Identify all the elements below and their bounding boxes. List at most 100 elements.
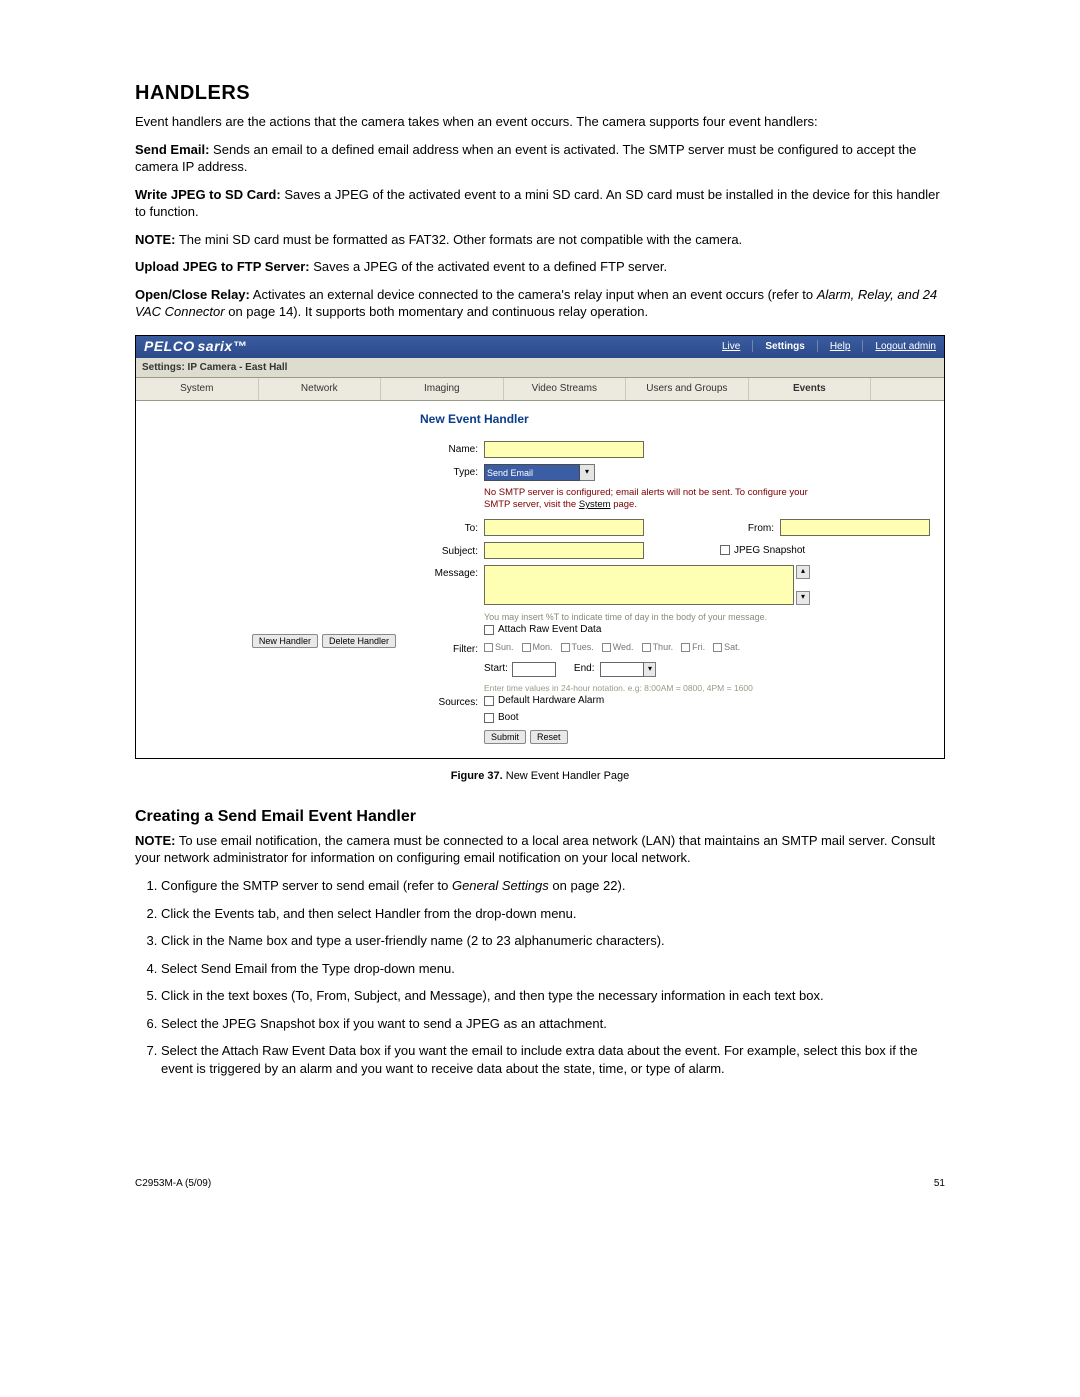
topbar-links: Live Settings Help Logout admin <box>722 340 936 354</box>
to-label: To: <box>420 520 478 536</box>
message-hint: You may insert %T to indicate time of da… <box>484 611 930 623</box>
relay-text1: Activates an external device connected t… <box>253 287 817 302</box>
source-boot-checkbox[interactable] <box>484 713 494 723</box>
day-sat[interactable]: Sat. <box>713 641 740 653</box>
logout-link[interactable]: Logout admin <box>875 340 936 354</box>
tab-video-streams[interactable]: Video Streams <box>504 378 627 400</box>
day-fri[interactable]: Fri. <box>681 641 705 653</box>
footer-right: 51 <box>934 1177 945 1191</box>
send-email-label: Send Email: <box>135 142 209 157</box>
warn-t2: page. <box>613 499 637 510</box>
step-7: Select the Attach Raw Event Data box if … <box>161 1042 945 1077</box>
to-input[interactable] <box>484 519 644 536</box>
live-link[interactable]: Live <box>722 340 740 354</box>
note-sd: NOTE: The mini SD card must be formatted… <box>135 231 945 249</box>
attach-raw-label: Attach Raw Event Data <box>498 623 601 637</box>
note-sd-label: NOTE: <box>135 232 175 247</box>
figure-panel: PELCO sarix™ Live Settings Help Logout a… <box>135 335 945 760</box>
source-hardware-alarm-label: Default Hardware Alarm <box>498 694 604 708</box>
step-3: Click in the Name box and type a user-fr… <box>161 932 945 950</box>
subject-input[interactable] <box>484 542 644 559</box>
subheading: Creating a Send Email Event Handler <box>135 806 945 828</box>
tab-network[interactable]: Network <box>259 378 382 400</box>
sources-label: Sources: <box>420 694 478 710</box>
step-1: Configure the SMTP server to send email … <box>161 877 945 895</box>
attach-raw-checkbox[interactable] <box>484 625 494 635</box>
type-selected-value: Send Email <box>484 464 580 481</box>
tab-system[interactable]: System <box>136 378 259 400</box>
bullet-write-jpeg: Write JPEG to SD Card: Saves a JPEG of t… <box>135 186 945 221</box>
bullet-relay: Open/Close Relay: Activates an external … <box>135 286 945 321</box>
submit-button[interactable]: Submit <box>484 730 526 744</box>
figure-label: Figure 37. <box>451 770 503 782</box>
relay-text2: on page 14). It supports both momentary … <box>228 304 648 319</box>
sep-icon <box>862 340 863 352</box>
delete-handler-button[interactable]: Delete Handler <box>322 634 396 648</box>
name-label: Name: <box>420 441 478 457</box>
day-wed[interactable]: Wed. <box>602 641 634 653</box>
step-2: Click the Events tab, and then select Ha… <box>161 905 945 923</box>
time-hint: Enter time values in 24-hour notation. e… <box>484 683 930 694</box>
intro-text: Event handlers are the actions that the … <box>135 113 945 131</box>
day-thu[interactable]: Thur. <box>642 641 674 653</box>
upload-ftp-text: Saves a JPEG of the activated event to a… <box>313 259 667 274</box>
settings-link[interactable]: Settings <box>765 340 804 354</box>
from-label: From: <box>734 520 774 536</box>
end-input[interactable] <box>600 662 644 677</box>
scroll-up-icon[interactable]: ▴ <box>796 565 810 579</box>
brand-logo: PELCO <box>144 338 195 354</box>
day-tue[interactable]: Tues. <box>561 641 594 653</box>
day-mon[interactable]: Mon. <box>522 641 553 653</box>
day-sun[interactable]: Sun. <box>484 641 514 653</box>
new-handler-button[interactable]: New Handler <box>252 634 318 648</box>
from-input[interactable] <box>780 519 930 536</box>
settings-breadcrumb: Settings: IP Camera - East Hall <box>136 358 944 379</box>
send-email-text: Sends an email to a defined email addres… <box>135 142 916 175</box>
upload-ftp-label: Upload JPEG to FTP Server: <box>135 259 310 274</box>
step-4: Select Send Email from the Type drop-dow… <box>161 960 945 978</box>
brand: PELCO sarix™ <box>144 337 247 356</box>
warn-system-link[interactable]: System <box>579 499 611 510</box>
figure-caption: Figure 37. New Event Handler Page <box>135 769 945 784</box>
chevron-down-icon[interactable]: ▾ <box>644 662 656 677</box>
start-input[interactable] <box>512 662 556 677</box>
source-boot-label: Boot <box>498 711 519 725</box>
jpeg-snapshot-label: JPEG Snapshot <box>734 544 805 558</box>
tab-events[interactable]: Events <box>749 378 872 400</box>
warn-t1: No SMTP server is configured; email aler… <box>484 487 808 510</box>
sidebar: New Handler Delete Handler <box>136 401 406 759</box>
reset-button[interactable]: Reset <box>530 730 568 744</box>
figure-text: New Event Handler Page <box>506 770 630 782</box>
source-hardware-alarm-checkbox[interactable] <box>484 696 494 706</box>
type-select[interactable]: Send Email ▾ <box>484 464 595 481</box>
footer-left: C2953M-A (5/09) <box>135 1177 211 1191</box>
step-5: Click in the text boxes (To, From, Subje… <box>161 987 945 1005</box>
page-heading: HANDLERS <box>135 80 945 107</box>
end-label: End: <box>574 662 595 676</box>
message-input[interactable] <box>484 565 794 605</box>
page-footer: C2953M-A (5/09) 51 <box>135 1177 945 1191</box>
message-label: Message: <box>420 565 478 581</box>
jpeg-snapshot-checkbox[interactable] <box>720 545 730 555</box>
name-input[interactable] <box>484 441 644 458</box>
panel-body: New Handler Delete Handler New Event Han… <box>136 401 944 759</box>
form-title: New Event Handler <box>420 411 930 427</box>
filter-days: Sun. Mon. Tues. Wed. Thur. Fri. Sat. <box>484 641 740 653</box>
type-label: Type: <box>420 464 478 480</box>
tab-imaging[interactable]: Imaging <box>381 378 504 400</box>
step-6: Select the JPEG Snapshot box if you want… <box>161 1015 945 1033</box>
note-lan-label: NOTE: <box>135 833 175 848</box>
subject-label: Subject: <box>420 543 478 559</box>
brand-sub: sarix™ <box>198 338 248 354</box>
scroll-down-icon[interactable]: ▾ <box>796 591 810 605</box>
sep-icon <box>817 340 818 352</box>
note-sd-text: The mini SD card must be formatted as FA… <box>179 232 742 247</box>
relay-label: Open/Close Relay: <box>135 287 250 302</box>
tab-users-groups[interactable]: Users and Groups <box>626 378 749 400</box>
chevron-down-icon[interactable]: ▾ <box>580 464 595 481</box>
tab-trailing[interactable] <box>871 378 944 400</box>
note-lan: NOTE: To use email notification, the cam… <box>135 832 945 867</box>
help-link[interactable]: Help <box>830 340 851 354</box>
filter-label: Filter: <box>420 641 478 657</box>
write-jpeg-label: Write JPEG to SD Card: <box>135 187 281 202</box>
